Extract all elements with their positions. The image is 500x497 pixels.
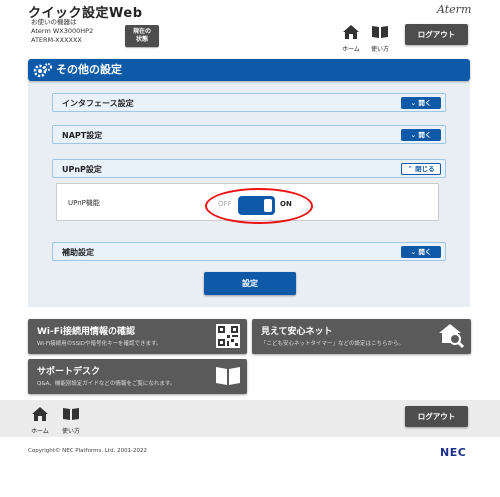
expand-button-label: 開く — [418, 248, 432, 256]
accordion-upnp[interactable]: UPnP設定 ⌃ 閉じる — [52, 159, 446, 178]
chevron-down-icon: ⌄ — [410, 99, 417, 107]
book-icon — [216, 367, 240, 385]
card-title: サポートデスク — [37, 367, 101, 377]
status-button-line1: 現在の — [132, 28, 151, 35]
section-header: その他の設定 — [28, 59, 470, 81]
manual-label: 使い方 — [370, 46, 389, 53]
current-status-button[interactable]: 現在の 状態 — [125, 25, 159, 47]
home-icon — [32, 407, 48, 421]
collapse-button-label: 閉じる — [415, 165, 435, 173]
chevron-up-icon: ⌃ — [407, 165, 413, 173]
book-icon — [63, 408, 79, 420]
qr-code-icon — [216, 324, 240, 348]
expand-button-label: 開く — [418, 99, 432, 107]
support-desk-card[interactable]: サポートデスク Q&A、機能別設定ガイドなどの情報をご覧になれます。 — [28, 359, 247, 394]
card-subtitle: Wi-Fi接続用のSSIDや暗号化キーを確認できます。 — [37, 341, 162, 347]
wifi-info-card[interactable]: Wi-Fi接続用情報の確認 Wi-Fi接続用のSSIDや暗号化キーを確認できます… — [28, 319, 247, 354]
home-label: ホーム — [342, 46, 360, 53]
footer-home-button[interactable]: ホーム — [27, 406, 53, 435]
card-title: Wi-Fi接続用情報の確認 — [37, 327, 135, 337]
copyright-text: Copyright© NEC Platforms, Ltd. 2001-2022 — [28, 448, 148, 454]
chevron-down-icon: ⌄ — [410, 131, 417, 139]
mieru-anshin-net-card[interactable]: 見えて安心ネット 「こども安心ネットタイマー」などの設定はこちらから。 — [252, 319, 471, 354]
nec-logo: NEC — [440, 446, 467, 459]
expand-button-label: 開く — [418, 131, 432, 139]
aterm-logo: Aterm — [437, 3, 472, 16]
card-title: 見えて安心ネット — [261, 327, 333, 337]
accordion-interface[interactable]: インタフェース設定 ⌄ 開く — [52, 93, 446, 112]
home-nav-button[interactable]: ホーム — [338, 24, 364, 53]
device-name: ATERM-XXXXXX — [31, 36, 82, 44]
expand-button[interactable]: ⌄ 開く — [401, 246, 441, 258]
book-icon — [372, 26, 388, 38]
card-subtitle: Q&A、機能別設定ガイドなどの情報をご覧になれます。 — [37, 381, 176, 387]
chevron-down-icon: ⌄ — [410, 248, 417, 256]
upnp-function-label: UPnP機能 — [68, 199, 100, 207]
gear-icon — [33, 63, 52, 78]
apply-settings-button[interactable]: 設定 — [204, 272, 296, 295]
accordion-label: 補助設定 — [62, 248, 94, 257]
status-button-line2: 状態 — [135, 36, 148, 43]
accordion-label: NAPT設定 — [62, 131, 103, 140]
house-magnifier-icon — [439, 324, 465, 349]
accordion-label: インタフェース設定 — [62, 99, 134, 108]
accordion-label: UPnP設定 — [62, 165, 102, 174]
device-caption: お使いの機器は — [31, 18, 77, 26]
section-title: その他の設定 — [56, 63, 122, 76]
home-icon — [343, 25, 359, 39]
home-label: ホーム — [31, 428, 49, 435]
manual-nav-button[interactable]: 使い方 — [367, 24, 393, 53]
accordion-auxiliary[interactable]: 補助設定 ⌄ 開く — [52, 242, 446, 261]
expand-button[interactable]: ⌄ 開く — [401, 129, 441, 141]
logout-button[interactable]: ログアウト — [405, 24, 468, 45]
device-model: Aterm WX3000HP2 — [31, 27, 94, 35]
manual-label: 使い方 — [61, 428, 80, 435]
collapse-button[interactable]: ⌃ 閉じる — [401, 163, 441, 175]
card-subtitle: 「こども安心ネットタイマー」などの設定はこちらから。 — [261, 341, 405, 347]
highlight-circle — [205, 188, 313, 224]
footer-manual-button[interactable]: 使い方 — [58, 406, 84, 435]
accordion-napt[interactable]: NAPT設定 ⌄ 開く — [52, 125, 446, 144]
footer-logout-button[interactable]: ログアウト — [405, 406, 468, 427]
expand-button[interactable]: ⌄ 開く — [401, 97, 441, 109]
